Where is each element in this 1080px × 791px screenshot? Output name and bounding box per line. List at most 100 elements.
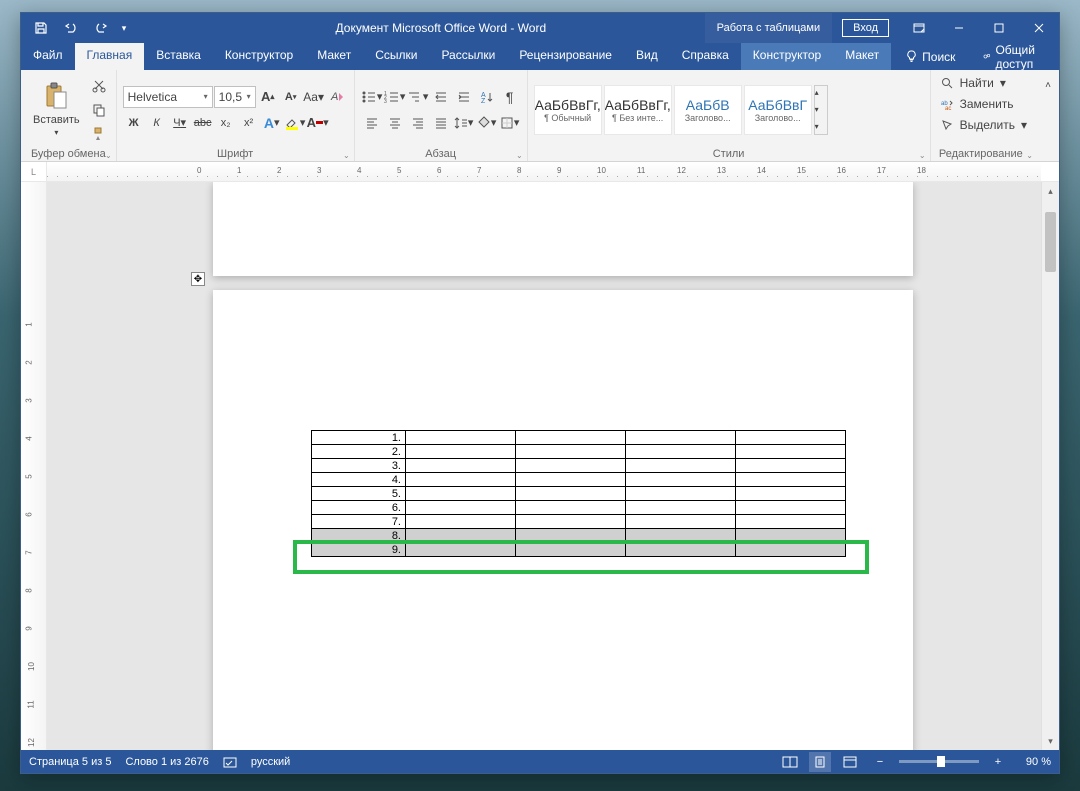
table-cell[interactable] — [736, 501, 846, 515]
table-cell[interactable] — [406, 501, 516, 515]
collapse-ribbon-button[interactable]: ˄ — [1037, 74, 1059, 96]
table-cell[interactable] — [736, 529, 846, 543]
table-cell[interactable] — [516, 515, 626, 529]
table-cell[interactable] — [736, 487, 846, 501]
style-normal[interactable]: АаБбВвГг,¶ Обычный — [534, 85, 602, 135]
table-cell[interactable] — [406, 515, 516, 529]
style-no-spacing[interactable]: АаБбВвГг,¶ Без инте... — [604, 85, 672, 135]
document-area[interactable]: ✥ 1.2.3.4.5.6.7.8.9. — [47, 182, 1041, 750]
minimize-button[interactable] — [939, 13, 979, 43]
table-cell[interactable] — [516, 459, 626, 473]
increase-indent-button[interactable] — [453, 86, 475, 108]
table-cell[interactable]: 2. — [312, 445, 406, 459]
text-effects-button[interactable]: A▾ — [261, 112, 283, 134]
table-row[interactable]: 2. — [312, 445, 846, 459]
scroll-down-button[interactable]: ▾ — [1042, 732, 1059, 750]
bold-button[interactable]: Ж — [123, 112, 145, 134]
table-cell[interactable] — [516, 445, 626, 459]
table-cell[interactable]: 3. — [312, 459, 406, 473]
select-button[interactable]: Выделить ▾ — [937, 115, 1031, 135]
table-cell[interactable] — [626, 543, 736, 557]
table-cell[interactable] — [736, 473, 846, 487]
style-heading2[interactable]: АаБбВвГЗаголово... — [744, 85, 812, 135]
tab-home[interactable]: Главная — [75, 43, 145, 70]
align-right-button[interactable] — [407, 112, 429, 134]
italic-button[interactable]: К — [146, 112, 168, 134]
table-cell[interactable] — [626, 487, 736, 501]
vertical-ruler[interactable]: 1234567891011121314 — [21, 182, 47, 750]
zoom-in-button[interactable]: + — [987, 752, 1009, 772]
tab-view[interactable]: Вид — [624, 43, 670, 70]
font-color-button[interactable]: A▾ — [307, 112, 329, 134]
table-cell[interactable] — [406, 529, 516, 543]
table-row[interactable]: 4. — [312, 473, 846, 487]
tab-layout[interactable]: Макет — [305, 43, 363, 70]
font-name-combo[interactable]: Helvetica▾ — [123, 86, 213, 108]
tab-table-design[interactable]: Конструктор — [741, 43, 833, 70]
table-cell[interactable] — [736, 543, 846, 557]
page-current[interactable]: ✥ 1.2.3.4.5.6.7.8.9. — [213, 290, 913, 750]
table-cell[interactable] — [406, 487, 516, 501]
superscript-button[interactable]: x² — [238, 112, 260, 134]
table-cell[interactable]: 5. — [312, 487, 406, 501]
tab-review[interactable]: Рецензирование — [507, 43, 624, 70]
table-cell[interactable] — [626, 473, 736, 487]
save-button[interactable] — [27, 14, 55, 42]
zoom-slider-handle[interactable] — [937, 756, 945, 767]
table-cell[interactable] — [626, 431, 736, 445]
cut-button[interactable] — [88, 75, 110, 97]
table-cell[interactable]: 9. — [312, 543, 406, 557]
page-status[interactable]: Страница 5 из 5 — [29, 756, 111, 768]
table-cell[interactable] — [516, 487, 626, 501]
table-cell[interactable] — [736, 515, 846, 529]
document-table[interactable]: 1.2.3.4.5.6.7.8.9. — [311, 430, 846, 557]
shrink-font-button[interactable]: A▾ — [280, 86, 302, 108]
read-mode-button[interactable] — [779, 752, 801, 772]
table-row[interactable]: 7. — [312, 515, 846, 529]
maximize-button[interactable] — [979, 13, 1019, 43]
table-cell[interactable]: 6. — [312, 501, 406, 515]
bullets-button[interactable]: ▾ — [361, 86, 383, 108]
table-cell[interactable] — [626, 459, 736, 473]
paste-button[interactable]: Вставить ▾ — [27, 73, 86, 146]
table-cell[interactable] — [736, 431, 846, 445]
sort-button[interactable]: AZ — [476, 86, 498, 108]
justify-button[interactable] — [430, 112, 452, 134]
table-cell[interactable] — [406, 473, 516, 487]
align-left-button[interactable] — [361, 112, 383, 134]
table-cell[interactable] — [516, 501, 626, 515]
replace-button[interactable]: abacЗаменить — [937, 94, 1031, 114]
undo-button[interactable] — [57, 14, 85, 42]
clear-formatting-button[interactable]: A — [326, 86, 348, 108]
table-cell[interactable]: 4. — [312, 473, 406, 487]
decrease-indent-button[interactable] — [430, 86, 452, 108]
styles-gallery-expand[interactable]: ▴▾▾ — [814, 85, 828, 135]
table-cell[interactable] — [626, 501, 736, 515]
table-row[interactable]: 6. — [312, 501, 846, 515]
tab-references[interactable]: Ссылки — [363, 43, 429, 70]
table-move-handle[interactable]: ✥ — [191, 272, 205, 286]
font-size-combo[interactable]: 10,5▾ — [214, 86, 256, 108]
tab-help[interactable]: Справка — [670, 43, 741, 70]
strikethrough-button[interactable]: abc — [192, 112, 214, 134]
subscript-button[interactable]: x₂ — [215, 112, 237, 134]
web-layout-button[interactable] — [839, 752, 861, 772]
zoom-slider[interactable] — [899, 760, 979, 763]
table-cell[interactable] — [516, 529, 626, 543]
grow-font-button[interactable]: A▴ — [257, 86, 279, 108]
table-cell[interactable] — [736, 459, 846, 473]
table-cell[interactable] — [516, 431, 626, 445]
qat-customize[interactable]: ▾ — [117, 14, 131, 42]
zoom-out-button[interactable]: − — [869, 752, 891, 772]
find-button[interactable]: Найти ▾ — [937, 73, 1031, 93]
scroll-up-button[interactable]: ▴ — [1042, 182, 1059, 200]
table-cell[interactable] — [736, 445, 846, 459]
tab-mailings[interactable]: Рассылки — [429, 43, 507, 70]
ruler-corner[interactable]: L — [21, 162, 47, 181]
print-layout-button[interactable] — [809, 752, 831, 772]
share-button[interactable]: Общий доступ — [969, 43, 1059, 70]
table-row[interactable]: 1. — [312, 431, 846, 445]
shading-button[interactable]: ▾ — [476, 112, 498, 134]
table-row[interactable]: 8. — [312, 529, 846, 543]
copy-button[interactable] — [88, 99, 110, 121]
